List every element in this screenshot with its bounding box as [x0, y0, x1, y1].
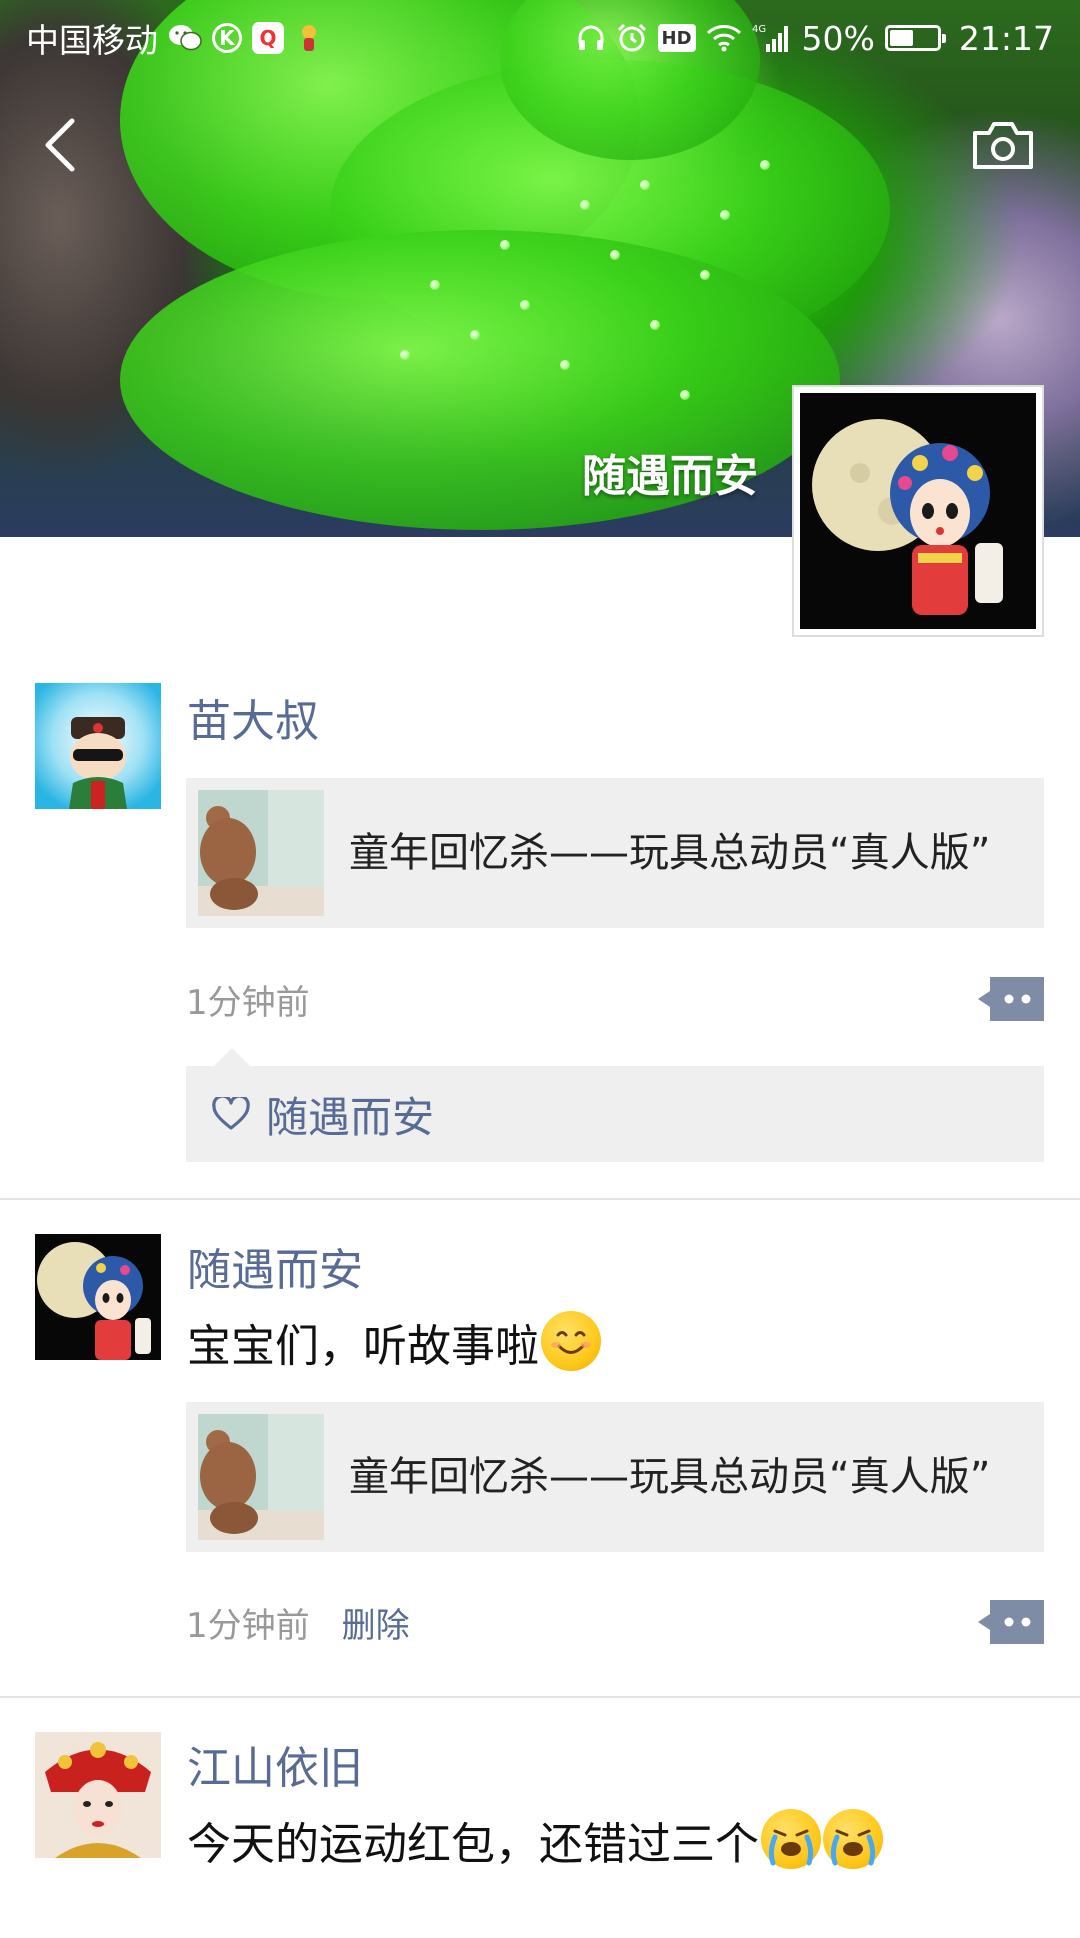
- liker-name[interactable]: 随遇而安: [266, 1084, 434, 1145]
- opera-girl-avatar-image: [800, 393, 1036, 629]
- likes-list: 随遇而安: [186, 1048, 1044, 1162]
- post-time: 1分钟前: [186, 1606, 310, 1646]
- moments-feed: 苗大叔 童年回忆杀——玩具总动员“真人版” 1分钟前 随遇而安 随遇而安 宝宝们…: [0, 660, 1080, 1938]
- delete-button[interactable]: 删除: [342, 1598, 410, 1647]
- hd-icon: HD: [657, 24, 696, 52]
- wechat-icon: [168, 21, 202, 55]
- profile-avatar[interactable]: [792, 385, 1044, 637]
- more-dots-icon: [978, 1600, 1044, 1644]
- more-dots-icon: [978, 977, 1044, 1021]
- crying-emoji-icon: [823, 1809, 883, 1869]
- back-button[interactable]: [30, 108, 90, 182]
- post-item: 苗大叔 童年回忆杀——玩具总动员“真人版” 1分钟前 随遇而安: [0, 660, 1080, 1200]
- teddy-bear-thumbnail-image: [198, 1414, 324, 1540]
- post-author-avatar[interactable]: [35, 683, 161, 809]
- clock-time: 21:17: [958, 18, 1054, 58]
- alarm-icon: [616, 21, 648, 55]
- post-meta: 1分钟前: [186, 975, 310, 1024]
- shared-link-card[interactable]: 童年回忆杀——玩具总动员“真人版”: [186, 1402, 1044, 1552]
- camera-button[interactable]: [966, 112, 1040, 178]
- post-author-avatar[interactable]: [35, 1234, 161, 1360]
- headphones-icon: [576, 21, 606, 55]
- link-thumbnail: [198, 790, 324, 916]
- wifi-icon: [706, 21, 742, 55]
- opera-girl-avatar-image: [35, 1234, 161, 1360]
- post-text: 宝宝们，听故事啦: [187, 1310, 601, 1374]
- link-thumbnail: [198, 1414, 324, 1540]
- post-item: 随遇而安 宝宝们，听故事啦 童年回忆杀——玩具总动员“真人版” 1分钟前 删除: [0, 1200, 1080, 1698]
- svg-text:4G: 4G: [752, 24, 766, 35]
- shared-link-card[interactable]: 童年回忆杀——玩具总动员“真人版”: [186, 778, 1044, 928]
- link-title: 童年回忆杀——玩具总动员“真人版”: [349, 1454, 991, 1500]
- post-item: 江山依旧 今天的运动红包，还错过三个: [0, 1698, 1080, 1938]
- post-meta: 1分钟前 删除: [186, 1598, 410, 1647]
- chevron-left-icon: [45, 118, 75, 172]
- post-text-content: 宝宝们，听故事啦: [187, 1321, 539, 1372]
- profile-username[interactable]: 随遇而安: [582, 440, 758, 504]
- post-author-name[interactable]: 苗大叔: [187, 685, 319, 749]
- heart-icon: [210, 1093, 252, 1135]
- comment-like-button[interactable]: [978, 1600, 1044, 1644]
- link-title: 童年回忆杀——玩具总动员“真人版”: [349, 830, 991, 876]
- battery-percent: 50%: [801, 18, 875, 58]
- camera-icon: [973, 122, 1033, 169]
- battery-icon: [884, 25, 946, 51]
- cellular-signal-icon: 4G: [752, 21, 792, 55]
- status-bar: 中国移动 K Q HD 4G 50% 21:17: [0, 0, 1080, 76]
- post-time: 1分钟前: [186, 983, 310, 1023]
- post-author-name[interactable]: 随遇而安: [187, 1234, 363, 1298]
- comment-like-button[interactable]: [978, 977, 1044, 1021]
- crying-emoji-icon: [761, 1809, 821, 1869]
- post-text-content: 今天的运动红包，还错过三个: [187, 1819, 759, 1870]
- teddy-bear-thumbnail-image: [198, 790, 324, 916]
- post-author-avatar[interactable]: [35, 1732, 161, 1858]
- opera-performer-avatar-image: [35, 1732, 161, 1858]
- uncle-miao-avatar-image: [35, 683, 161, 809]
- app-notification-icon: Q: [252, 22, 284, 54]
- game-app-icon: [294, 21, 324, 55]
- carrier-name: 中国移动: [26, 21, 158, 60]
- post-author-name[interactable]: 江山依旧: [187, 1732, 363, 1796]
- smile-emoji-icon: [541, 1311, 601, 1371]
- post-text: 今天的运动红包，还错过三个: [187, 1808, 883, 1872]
- k-app-icon: K: [212, 23, 242, 53]
